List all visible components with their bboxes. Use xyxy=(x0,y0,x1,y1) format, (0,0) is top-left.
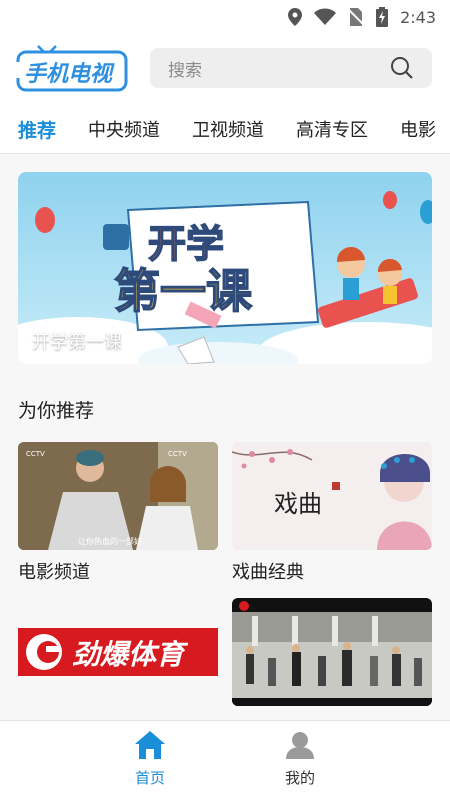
banner-title-line2: 第一课 xyxy=(114,264,253,318)
battery-charging-icon xyxy=(376,7,389,27)
tab-movie[interactable]: 电影 xyxy=(400,116,436,142)
card-label: 戏曲经典 xyxy=(232,562,304,583)
thumbnail-movie: CCTV CCTV 让你热血的一部好 xyxy=(18,442,218,550)
bottom-nav: 首页 我的 xyxy=(0,720,450,800)
section-title: 为你推荐 xyxy=(18,400,95,422)
thumbnail-sports: 劲爆体育 xyxy=(18,598,218,706)
svg-text:CCTV: CCTV xyxy=(26,450,45,458)
thumbnail-opera-text: 戏曲 xyxy=(274,490,322,518)
main-content: 开学 第一课 开学第一课 为你推荐 CCTV CCTV 让你热血的一部好 电影频… xyxy=(0,154,450,720)
thumbnail-street xyxy=(232,598,432,706)
status-bar: 2:43 xyxy=(0,0,450,34)
tab-satellite[interactable]: 卫视频道 xyxy=(192,116,264,142)
channel-tabs: 推荐 中央频道 卫视频道 高清专区 电影 xyxy=(0,108,450,150)
location-icon xyxy=(288,8,303,26)
nav-home[interactable]: 首页 xyxy=(110,729,190,788)
thumbnail-opera: 戏曲 xyxy=(232,442,432,550)
tab-cctv[interactable]: 中央频道 xyxy=(88,116,160,142)
banner-caption: 开学第一课 xyxy=(32,332,122,353)
card-movie-channel[interactable]: CCTV CCTV 让你热血的一部好 电影频道 xyxy=(18,442,218,584)
app-header: 手机电视 搜索 xyxy=(0,40,450,96)
nav-me[interactable]: 我的 xyxy=(260,729,340,788)
sports-logo-text: 劲爆体育 xyxy=(72,638,189,671)
nav-home-label: 首页 xyxy=(134,769,165,787)
tab-hd[interactable]: 高清专区 xyxy=(296,116,368,142)
banner-title-line1: 开学 xyxy=(148,222,224,266)
nav-me-label: 我的 xyxy=(284,769,315,787)
svg-text:CCTV: CCTV xyxy=(168,450,187,458)
search-placeholder: 搜索 xyxy=(168,60,202,81)
search-icon[interactable] xyxy=(390,56,414,85)
search-bar[interactable]: 搜索 xyxy=(150,48,432,88)
clock-time: 2:43 xyxy=(400,7,436,27)
home-icon xyxy=(134,729,166,761)
wifi-icon xyxy=(314,8,337,26)
card-opera-classics[interactable]: 戏曲 戏曲经典 xyxy=(232,442,432,584)
user-icon xyxy=(284,729,316,761)
logo-text: 手机电视 xyxy=(24,62,115,87)
card-live-scene[interactable] xyxy=(232,598,432,714)
tab-recommend[interactable]: 推荐 xyxy=(18,116,56,143)
promo-banner[interactable]: 开学 第一课 开学第一课 xyxy=(18,172,432,364)
card-sports[interactable]: 劲爆体育 xyxy=(18,598,218,714)
card-label: 电影频道 xyxy=(18,562,90,583)
no-sim-icon xyxy=(348,8,365,26)
thumbnail-subtitle: 让你热血的一部好 xyxy=(78,536,142,546)
app-logo: 手机电视 xyxy=(16,44,128,92)
